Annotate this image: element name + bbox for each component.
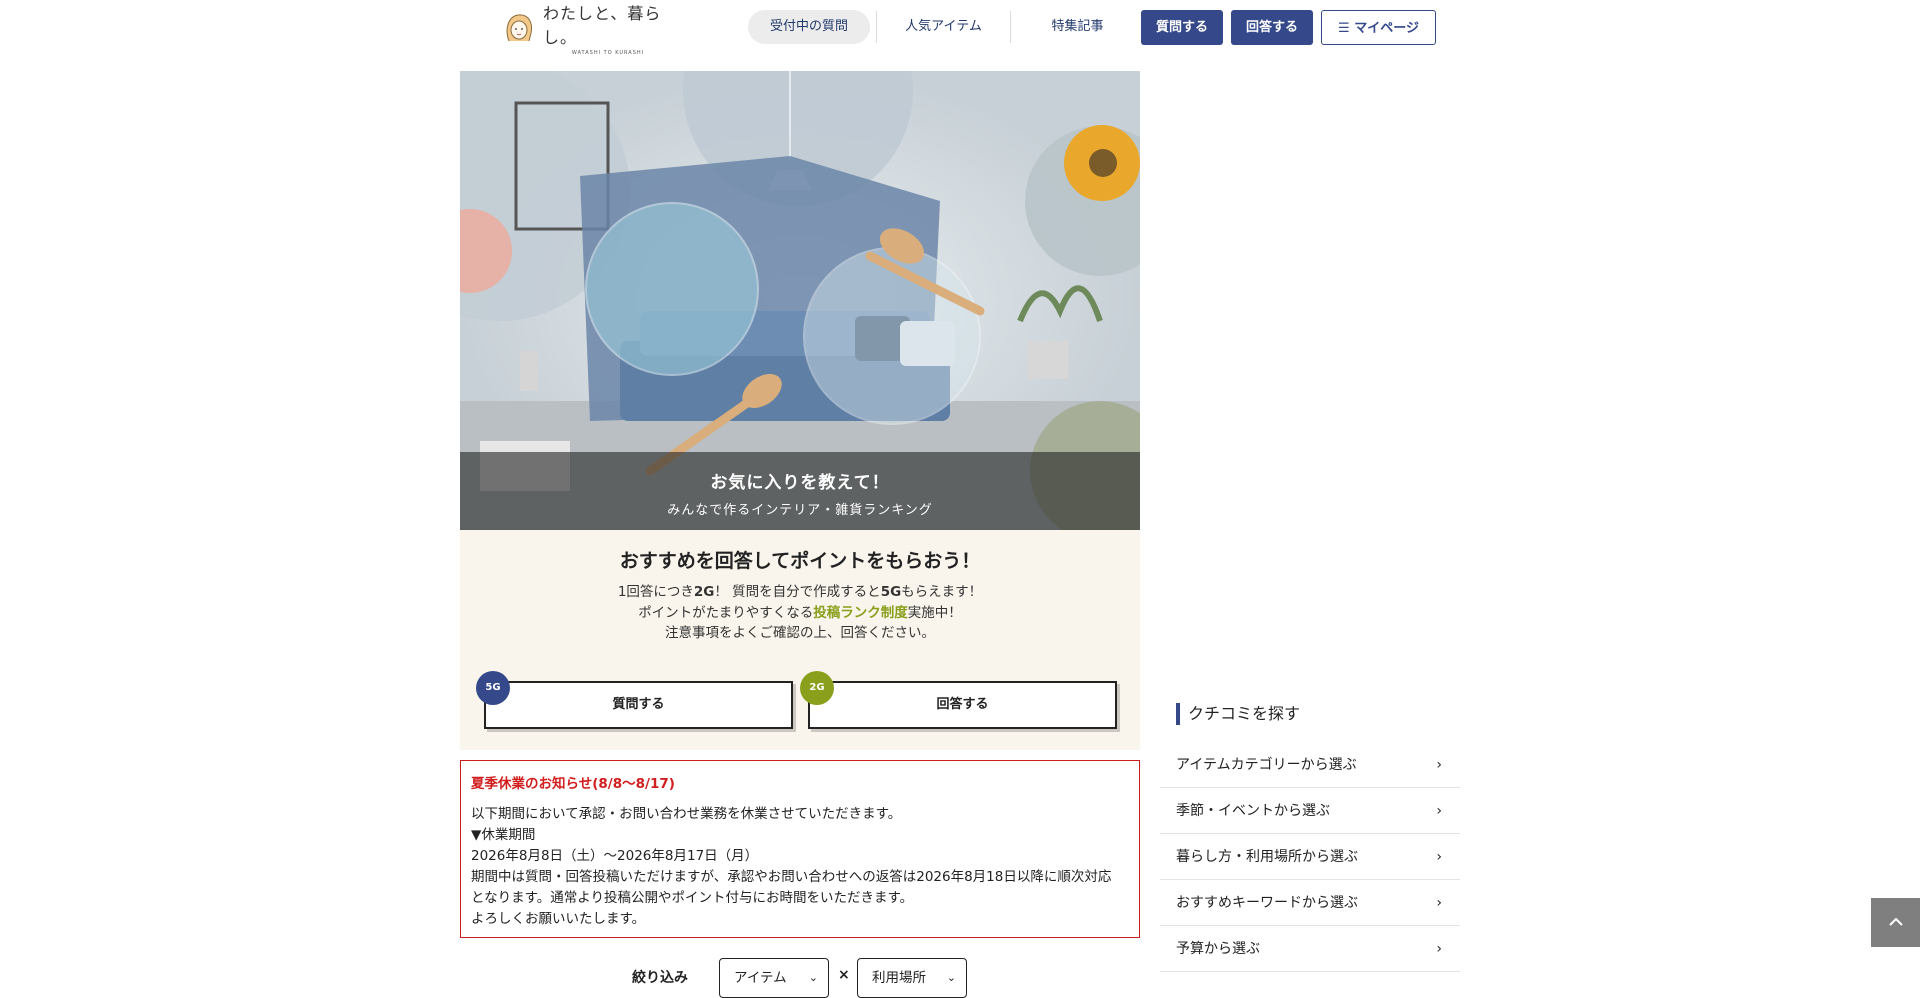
logo-girl-icon <box>503 11 537 45</box>
ask-points-badge: 5G <box>476 671 510 705</box>
sidebar-item-label: 季節・イベントから選ぶ <box>1176 803 1330 819</box>
site-header: わたしと、暮らし。 WATASHI TO KURASHI 受付中の質問 人気アイ… <box>0 0 1920 56</box>
item-select-value: アイテム <box>734 970 787 986</box>
points-answer-button[interactable]: 回答する <box>808 681 1117 729</box>
points-section: おすすめを回答してポイントをもらおう！ 1回答につき2G！ 質問を自分で作成する… <box>460 530 1140 750</box>
points-answer-value: 2G <box>693 584 715 600</box>
chevron-right-icon: › <box>1436 895 1442 911</box>
hero-subtitle: みんなで作るインテリア・雑貨ランキング <box>667 503 933 518</box>
points-answer-label: 回答する <box>936 697 989 712</box>
sidebar-list: アイテムカテゴリーから選ぶ › 季節・イベントから選ぶ › 暮らし方・利用場所か… <box>1160 742 1460 972</box>
notice-line: 2026年8月8日（土）〜2026年8月17日（月） <box>471 848 759 864</box>
points-text: 実施中！ <box>907 604 962 621</box>
place-select-value: 利用場所 <box>872 970 926 986</box>
sidebar-item-budget[interactable]: 予算から選ぶ › <box>1160 926 1460 972</box>
sidebar-item-season[interactable]: 季節・イベントから選ぶ › <box>1160 788 1460 834</box>
filter-label: 絞り込み <box>632 970 688 986</box>
points-text: ポイントがたまりやすくなる <box>638 604 814 621</box>
main-nav: 受付中の質問 人気アイテム 特集記事 <box>748 10 1144 44</box>
notice-line: よろしくお願いいたします。 <box>471 911 646 927</box>
hero-caption-band: お気に入りを教えて！ みんなで作るインテリア・雑貨ランキング <box>460 452 1140 530</box>
place-select[interactable]: 利用場所 ⌄ <box>857 958 967 998</box>
notice-line: 期間中は質問・回答投稿いただけますが、承認やお問い合わせへの返答は2026年8月… <box>471 869 1112 885</box>
sidebar-title: クチコミを探す <box>1176 703 1300 725</box>
nav-feature-articles[interactable]: 特集記事 <box>1011 10 1144 44</box>
sidebar-item-label: おすすめキーワードから選ぶ <box>1176 895 1358 911</box>
chevron-down-icon: ⌄ <box>808 971 818 984</box>
item-select[interactable]: アイテム ⌄ <box>719 958 829 998</box>
points-ask-label: 質問する <box>612 697 665 712</box>
chevron-right-icon: › <box>1436 757 1442 773</box>
points-title: おすすめを回答してポイントをもらおう！ <box>619 550 981 572</box>
logo-sub-text: WATASHI TO KURASHI <box>571 50 645 56</box>
sidebar-item-lifestyle[interactable]: 暮らし方・利用場所から選ぶ › <box>1160 834 1460 880</box>
logo-main-text: わたしと、暮らし。 <box>543 4 662 47</box>
sidebar-item-label: アイテムカテゴリーから選ぶ <box>1176 757 1357 773</box>
sidebar-item-label: 予算から選ぶ <box>1176 941 1260 957</box>
header-answer-button[interactable]: 回答する <box>1231 10 1313 45</box>
points-text: ！ 質問を自分で作成すると <box>714 584 881 600</box>
chevron-right-icon: › <box>1436 849 1442 865</box>
sidebar-item-label: 暮らし方・利用場所から選ぶ <box>1176 849 1358 865</box>
site-logo[interactable]: わたしと、暮らし。 WATASHI TO KURASHI <box>503 4 673 56</box>
points-text: もらえます！ <box>901 584 983 600</box>
header-mypage-button[interactable]: ☰ マイページ <box>1321 10 1436 45</box>
answer-points-badge: 2G <box>800 671 834 705</box>
sidebar-item-category[interactable]: アイテムカテゴリーから選ぶ › <box>1160 742 1460 788</box>
filter-bar: 絞り込み アイテム ⌄ × 利用場所 ⌄ <box>460 958 1140 998</box>
notice-line: 以下期間において承認・お問い合わせ業務を休業させていただきます。 <box>471 806 902 822</box>
chevron-up-icon <box>1888 917 1903 926</box>
notice-line: となります。通常より投稿公開やポイント付与にお時間をいただきます。 <box>471 890 914 906</box>
points-ask-button[interactable]: 質問する <box>484 681 793 729</box>
sidebar-item-keyword[interactable]: おすすめキーワードから選ぶ › <box>1160 880 1460 926</box>
points-note: 注意事項をよくご確認の上、回答ください。 <box>665 625 935 641</box>
hero-banner[interactable]: お気に入りを教えて！ みんなで作るインテリア・雑貨ランキング <box>460 71 1140 530</box>
hero-title: お気に入りを教えて！ <box>710 473 890 493</box>
nav-popular-items[interactable]: 人気アイテム <box>877 10 1010 44</box>
back-to-top-button[interactable] <box>1871 898 1920 947</box>
chevron-right-icon: › <box>1436 803 1442 819</box>
header-ask-button[interactable]: 質問する <box>1141 10 1223 45</box>
filter-times-sign: × <box>838 967 850 983</box>
notice-title: 夏季休業のお知らせ(8/8〜8/17) <box>471 776 675 792</box>
post-rank-link[interactable]: 投稿ランク制度 <box>813 605 908 621</box>
chevron-down-icon: ⌄ <box>946 971 956 984</box>
notice-line: ▼休業期間 <box>471 827 536 843</box>
nav-open-questions[interactable]: 受付中の質問 <box>748 10 870 44</box>
points-text: 1回答につき <box>617 584 694 600</box>
points-ask-value: 5G <box>880 584 902 600</box>
points-description: 1回答につき2G！ 質問を自分で作成すると5Gもらえます！ ポイントがたまりやす… <box>460 582 1140 644</box>
summer-holiday-notice: 夏季休業のお知らせ(8/8〜8/17) 以下期間において承認・お問い合わせ業務を… <box>460 760 1140 938</box>
chevron-right-icon: › <box>1436 941 1442 957</box>
